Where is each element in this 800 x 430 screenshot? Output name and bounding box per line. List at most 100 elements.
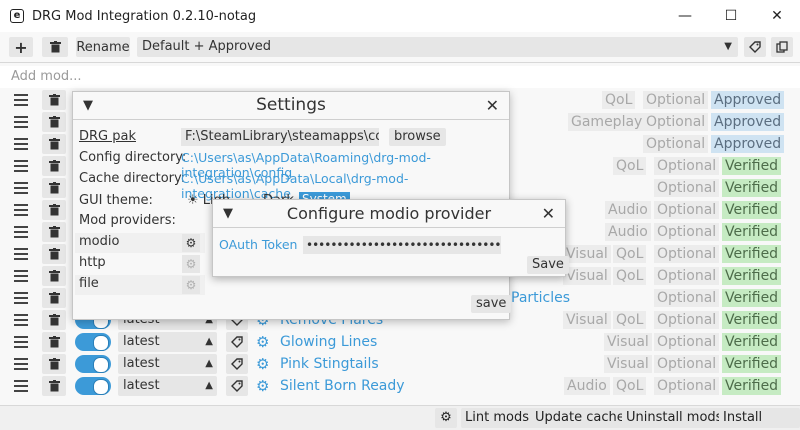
drag-handle-icon[interactable] (14, 292, 28, 304)
mod-tag-verified: Verified (722, 333, 782, 351)
drag-handle-icon[interactable] (14, 138, 28, 150)
configure-modio-window: ▼ Configure modio provider ✕ OAuth Token… (212, 199, 569, 277)
toolbar: + Rename Default + Approved ▼ (0, 32, 800, 62)
mod-tag-optional: Optional (654, 289, 720, 307)
mod-tag-optional: Optional (654, 355, 720, 373)
mod-name-link[interactable]: Pink Stingtails (280, 353, 379, 375)
remove-mod-button[interactable] (42, 90, 66, 110)
gui-theme-label: GUI theme: (79, 193, 153, 208)
mod-tag-qol: QoL (613, 267, 647, 285)
gear-icon[interactable]: ⚙ (182, 234, 200, 252)
drag-handle-icon[interactable] (14, 314, 28, 326)
rename-profile-button[interactable]: Rename (76, 37, 130, 57)
mod-tag-optional: Optional (654, 179, 720, 197)
trash-icon (48, 160, 60, 172)
remove-mod-button[interactable] (42, 112, 66, 132)
delete-profile-button[interactable] (42, 37, 68, 57)
mod-enabled-toggle[interactable] (75, 377, 111, 395)
drag-handle-icon[interactable] (14, 248, 28, 260)
close-icon[interactable]: ✕ (486, 96, 499, 115)
trash-icon (48, 138, 60, 150)
drag-handle-icon[interactable] (14, 358, 28, 370)
profile-select[interactable]: Default + Approved ▼ (137, 37, 738, 57)
version-select-value: latest (123, 378, 160, 393)
remove-mod-button[interactable] (42, 266, 66, 286)
oauth-token-link[interactable]: OAuth Token (219, 237, 297, 252)
trash-icon (48, 94, 60, 106)
mod-tag-visual: Visual (563, 245, 611, 263)
version-select[interactable]: latest ▲ (118, 332, 217, 352)
duplicate-profile-button[interactable] (771, 37, 793, 57)
remove-mod-button[interactable] (42, 354, 66, 374)
config-dir-label: Config directory: (79, 150, 187, 165)
update-cache-button[interactable]: Update cache (531, 408, 629, 428)
copy-mod-url-button[interactable] (226, 332, 248, 352)
drag-handle-icon[interactable] (14, 380, 28, 392)
mod-tag-audio: Audio (605, 201, 651, 219)
maximize-button[interactable]: ☐ (708, 0, 754, 32)
drag-handle-icon[interactable] (14, 336, 28, 348)
version-select[interactable]: latest ▲ (118, 354, 217, 374)
settings-save-button[interactable]: save (471, 295, 512, 313)
mod-tag-verified: Verified (722, 157, 782, 175)
remove-mod-button[interactable] (42, 376, 66, 396)
bottom-bar: ⚙ Lint mods Update cache Uninstall mods … (0, 405, 800, 430)
remove-mod-button[interactable] (42, 134, 66, 154)
gear-icon[interactable]: ⚙ (182, 276, 200, 294)
mod-tag-approved: Approved (711, 135, 785, 153)
drg-pak-input[interactable]: F:\SteamLibrary\steamapps\commo (181, 128, 379, 146)
mod-tag-optional: Optional (654, 311, 720, 329)
trash-icon (49, 41, 61, 53)
mod-name-link[interactable]: Silent Born Ready (280, 375, 405, 397)
remove-mod-button[interactable] (42, 310, 66, 330)
copy-mod-url-button[interactable] (226, 376, 248, 396)
mod-settings-gear-icon[interactable]: ⚙ (256, 356, 272, 372)
remove-mod-button[interactable] (42, 332, 66, 352)
remove-mod-button[interactable] (42, 222, 66, 242)
mod-enabled-toggle[interactable] (75, 355, 111, 373)
gear-icon[interactable]: ⚙ (182, 255, 200, 273)
close-icon[interactable]: ✕ (542, 204, 555, 223)
add-profile-button[interactable]: + (9, 37, 33, 57)
sun-icon: ☀ (187, 193, 199, 208)
drag-handle-icon[interactable] (14, 94, 28, 106)
trash-icon (48, 248, 60, 260)
remove-mod-button[interactable] (42, 200, 66, 220)
copy-mod-url-button[interactable] (226, 354, 248, 374)
mod-tag-audio: Audio (564, 377, 610, 395)
mod-row: latest ▲ ⚙ Glowing Lines Verified Optional Vis… (0, 331, 800, 353)
mod-settings-gear-icon[interactable]: ⚙ (256, 378, 272, 394)
copy-profile-tag-button[interactable] (744, 37, 766, 57)
version-select[interactable]: latest ▲ (118, 376, 217, 396)
drag-handle-icon[interactable] (14, 270, 28, 282)
mod-name-link[interactable]: Glowing Lines (280, 331, 377, 353)
minimize-button[interactable]: — (662, 0, 708, 32)
drag-handle-icon[interactable] (14, 204, 28, 216)
mod-enabled-toggle[interactable] (75, 333, 111, 351)
browse-button[interactable]: browse (389, 128, 446, 146)
remove-mod-button[interactable] (42, 244, 66, 264)
lint-mods-button[interactable]: Lint mods (461, 408, 533, 428)
drag-handle-icon[interactable] (14, 116, 28, 128)
add-mod-input[interactable]: Add mod... (0, 66, 800, 88)
mod-settings-gear-icon[interactable]: ⚙ (256, 334, 272, 350)
chevron-down-icon: ▼ (724, 41, 732, 52)
trash-icon (48, 380, 60, 392)
mod-tag-verified: Verified (722, 245, 782, 263)
install-mods-button[interactable]: Install mods (719, 408, 800, 428)
settings-button[interactable]: ⚙ (435, 408, 457, 428)
uninstall-mods-button[interactable]: Uninstall mods (622, 408, 727, 428)
remove-mod-button[interactable] (42, 178, 66, 198)
close-window-button[interactable]: ✕ (754, 0, 800, 32)
mod-tag-optional: Optional (654, 157, 720, 175)
remove-mod-button[interactable] (42, 288, 66, 308)
mod-name-link[interactable]: Particles (511, 287, 570, 309)
modio-save-button[interactable]: Save (527, 256, 569, 274)
remove-mod-button[interactable] (42, 156, 66, 176)
title-bar: e DRG Mod Integration 0.2.10-notag — ☐ ✕ (0, 0, 800, 32)
drag-handle-icon[interactable] (14, 226, 28, 238)
drag-handle-icon[interactable] (14, 160, 28, 172)
drag-handle-icon[interactable] (14, 182, 28, 194)
oauth-token-input[interactable]: ••••••••••••••••••••••••••••••••••••••••… (303, 236, 501, 254)
provider-row-http: http ⚙ (75, 254, 205, 274)
